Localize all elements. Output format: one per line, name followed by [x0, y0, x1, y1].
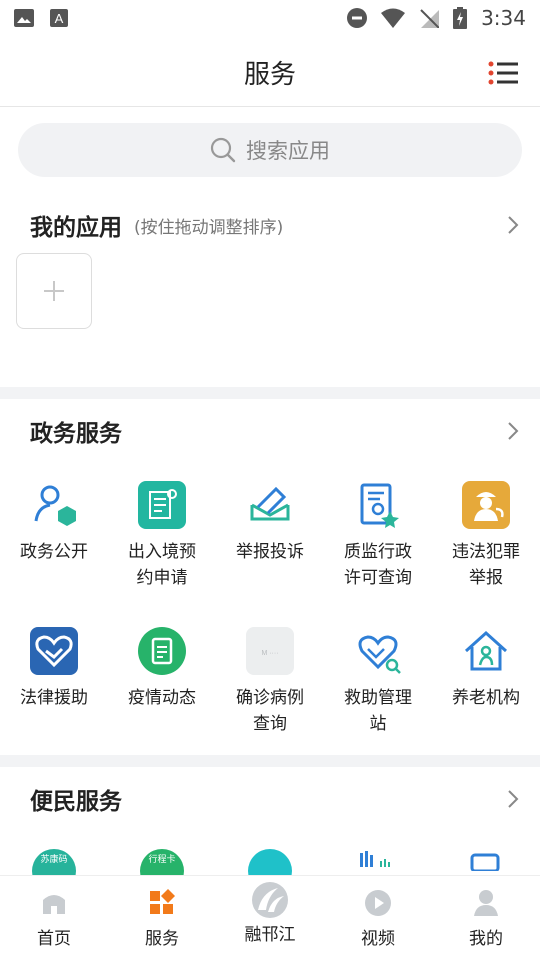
service-label: 确诊病例查询: [236, 688, 304, 734]
report-icon: [138, 627, 186, 675]
service-tile[interactable]: 养老机构: [432, 609, 540, 755]
do-not-disturb-icon: [347, 8, 368, 28]
elderly-home-icon: [464, 630, 508, 671]
tab-rong-hanjiang[interactable]: 融邗江: [216, 876, 324, 960]
wifi-icon: [381, 8, 406, 28]
my-apps-hint: (按住拖动调整排序): [134, 217, 284, 238]
itinerary-card-badge: 行程卡: [148, 855, 176, 865]
profile-icon: [474, 890, 498, 916]
bottom-tab-bar: 首页 服务 融邗江 视频 我的: [0, 875, 540, 960]
tab-label: 视频: [361, 929, 395, 949]
add-app-button[interactable]: [16, 253, 92, 329]
bus-icon[interactable]: [470, 853, 500, 871]
service-label: 政务公开: [20, 542, 88, 562]
service-tile[interactable]: 疫情动态: [108, 609, 216, 755]
case-query-icon: M ····: [246, 627, 294, 675]
police-officer-icon: [462, 481, 510, 529]
service-tile[interactable]: 法律援助: [0, 609, 108, 755]
section-divider: [0, 387, 540, 399]
passport-document-icon: [138, 481, 186, 529]
font-a-icon: A: [50, 9, 68, 27]
health-code-badge: 苏康码: [40, 855, 68, 865]
page-title: 服务: [243, 60, 296, 90]
my-apps-area: [0, 253, 540, 387]
service-label: 疫情动态: [128, 688, 196, 708]
my-apps-title: 我的应用: [30, 215, 122, 241]
service-label: 养老机构: [452, 688, 520, 708]
image-icon: [14, 9, 34, 27]
helping-hand-icon: [358, 635, 401, 674]
status-bar: A 3:34: [0, 0, 540, 36]
service-tile[interactable]: M ···· 确诊病例查询: [216, 609, 324, 755]
envelope-icon: [250, 486, 290, 521]
search-icon: [210, 137, 236, 163]
gov-services-header[interactable]: 政务服务: [0, 399, 540, 463]
chevron-right-icon[interactable]: [506, 421, 520, 441]
no-signal-icon: [420, 9, 440, 28]
svg-text:A: A: [55, 11, 64, 26]
status-time: 3:34: [481, 6, 526, 30]
service-label: 救助管理站: [344, 688, 412, 734]
convenience-services-title: 便民服务: [30, 789, 122, 815]
certificate-search-icon: [360, 483, 399, 528]
tab-home[interactable]: 首页: [0, 876, 108, 960]
chevron-right-icon[interactable]: [506, 215, 520, 235]
gov-services-title: 政务服务: [30, 421, 122, 447]
service-tile[interactable]: 救助管理站: [324, 609, 432, 755]
tab-services[interactable]: 服务: [108, 876, 216, 960]
play-icon: [365, 890, 391, 916]
tab-video[interactable]: 视频: [324, 876, 432, 960]
rong-hanjiang-logo: [252, 882, 288, 918]
service-label: 出入境预约申请: [128, 542, 196, 588]
search-input[interactable]: 搜索应用: [18, 123, 522, 177]
service-tile[interactable]: 出入境预约申请: [108, 463, 216, 609]
convenience-services-header[interactable]: 便民服务: [0, 767, 540, 831]
battery-charging-icon: [453, 7, 468, 29]
tab-label: 服务: [145, 929, 179, 949]
list-menu-icon[interactable]: [488, 61, 518, 85]
tab-label: 首页: [37, 929, 71, 949]
gov-services-grid: 政务公开 出入境预约申请 举报投诉 质监行政许可查询 违法犯罪举报 法律援助 疫…: [0, 463, 540, 755]
chevron-right-icon[interactable]: [506, 789, 520, 809]
search-placeholder: 搜索应用: [246, 139, 330, 163]
plus-icon: [44, 281, 64, 301]
chart-bars-icon[interactable]: [358, 851, 394, 871]
service-label: 违法犯罪举报: [452, 542, 520, 588]
my-apps-header[interactable]: 我的应用 (按住拖动调整排序): [0, 193, 540, 257]
service-label: 法律援助: [20, 688, 88, 708]
service-tile[interactable]: 违法犯罪举报: [432, 463, 540, 609]
person-cube-icon: [34, 485, 76, 526]
services-grid-icon: [150, 889, 175, 914]
svg-text:M ····: M ····: [261, 650, 278, 657]
service-label: 举报投诉: [236, 542, 304, 562]
service-label: 质监行政许可查询: [344, 542, 412, 588]
service-tile[interactable]: 质监行政许可查询: [324, 463, 432, 609]
section-divider: [0, 755, 540, 767]
service-tile[interactable]: 政务公开: [0, 463, 108, 609]
home-icon: [43, 895, 65, 914]
handshake-heart-icon: [30, 627, 78, 675]
tab-profile[interactable]: 我的: [432, 876, 540, 960]
service-tile[interactable]: 举报投诉: [216, 463, 324, 609]
app-header: 服务: [0, 36, 540, 107]
tab-label: 我的: [469, 929, 503, 949]
tab-label: 融邗江: [244, 925, 296, 945]
